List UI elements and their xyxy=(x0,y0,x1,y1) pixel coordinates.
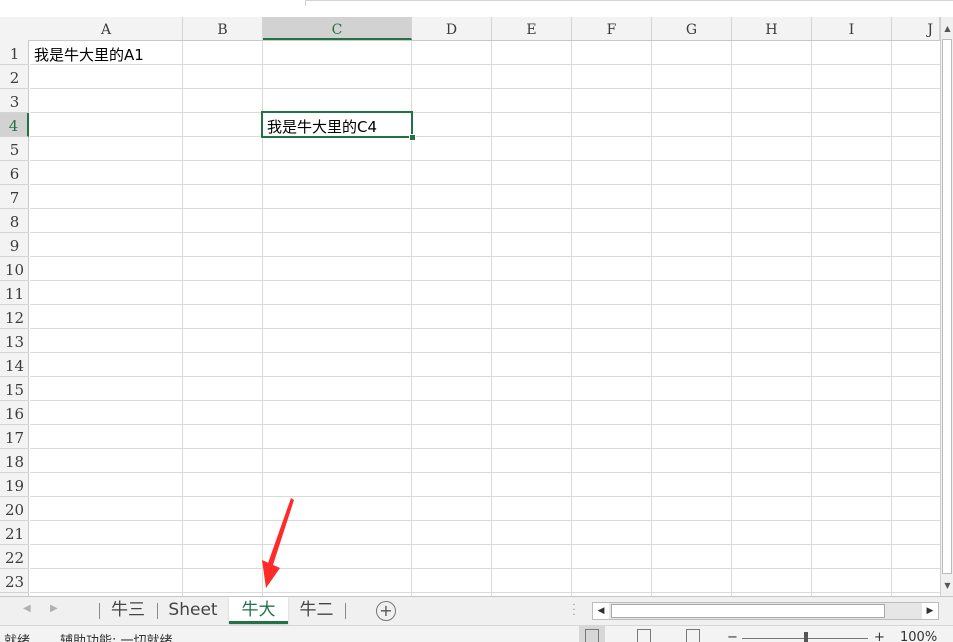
zoom-level[interactable]: 100% xyxy=(900,630,937,642)
ribbon-edge xyxy=(0,0,953,17)
horizontal-scrollbar[interactable]: ◀ ▶ xyxy=(592,602,939,620)
row-header-17[interactable]: 17 xyxy=(0,425,29,449)
column-header-f[interactable]: F xyxy=(572,17,652,40)
column-header-a[interactable]: A xyxy=(30,17,183,40)
row-header-21[interactable]: 21 xyxy=(0,521,29,545)
row-header-15[interactable]: 15 xyxy=(0,377,29,401)
fill-handle[interactable] xyxy=(409,134,416,141)
row-header-8[interactable]: 8 xyxy=(0,209,29,233)
column-header-h[interactable]: H xyxy=(732,17,812,40)
sheet-tab-sheet[interactable]: Sheet xyxy=(158,597,228,624)
scroll-down-icon[interactable]: ▼ xyxy=(942,579,953,593)
status-ready: 就绪 xyxy=(4,634,31,642)
sheet-tab-niu-san[interactable]: 牛三 xyxy=(100,597,156,624)
page-break-view-icon[interactable] xyxy=(686,629,700,642)
row-header-9[interactable]: 9 xyxy=(0,233,29,257)
cell-grid[interactable]: 我是牛大里的A1 我是牛大里的C4 xyxy=(30,41,940,596)
scroll-up-icon[interactable]: ▲ xyxy=(942,22,953,36)
row-header-19[interactable]: 19 xyxy=(0,473,29,497)
page-layout-view-icon[interactable] xyxy=(637,629,651,642)
row-header-5[interactable]: 5 xyxy=(0,137,29,161)
row-header-20[interactable]: 20 xyxy=(0,497,29,521)
row-header-6[interactable]: 6 xyxy=(0,161,29,185)
accessibility-status[interactable]: 辅助功能: 一切就绪 xyxy=(60,630,173,642)
zoom-in-button[interactable]: + xyxy=(874,630,885,642)
scroll-right-icon[interactable]: ▶ xyxy=(922,603,938,619)
column-header-b[interactable]: B xyxy=(183,17,263,40)
column-header-g[interactable]: G xyxy=(652,17,732,40)
vertical-scrollbar[interactable]: ▲ ▼ xyxy=(940,17,953,596)
sheet-tab-niu-da[interactable]: 牛大 xyxy=(229,597,288,624)
row-header-14[interactable]: 14 xyxy=(0,353,29,377)
column-header-i[interactable]: I xyxy=(812,17,892,40)
row-header-23[interactable]: 23 xyxy=(0,569,29,593)
horizontal-scroll-thumb[interactable] xyxy=(611,604,885,618)
row-header-7[interactable]: 7 xyxy=(0,185,29,209)
row-header-11[interactable]: 11 xyxy=(0,281,29,305)
normal-view-icon[interactable] xyxy=(579,626,605,642)
zoom-slider-knob[interactable] xyxy=(804,632,808,642)
sheet-tab-bar: ◀ ▶ 牛三 Sheet 牛大 牛二 + · · · ◀ ▶ xyxy=(0,596,953,625)
row-header-10[interactable]: 10 xyxy=(0,257,29,281)
plus-circle-icon[interactable]: + xyxy=(376,601,396,621)
column-header-j[interactable]: J xyxy=(892,17,940,40)
row-header-2[interactable]: 2 xyxy=(0,65,29,89)
zoom-out-button[interactable]: − xyxy=(727,630,738,642)
scroll-left-icon[interactable]: ◀ xyxy=(593,603,609,619)
tab-prev-icon[interactable]: ◀ xyxy=(23,603,31,614)
sheet-tab-niu-er[interactable]: 牛二 xyxy=(289,597,344,624)
row-header-column: 1 2 3 4 5 6 7 8 9 10 11 12 13 14 15 16 1… xyxy=(0,40,29,596)
row-header-12[interactable]: 12 xyxy=(0,305,29,329)
column-header-c[interactable]: C xyxy=(263,17,412,40)
row-header-18[interactable]: 18 xyxy=(0,449,29,473)
row-header-4[interactable]: 4 xyxy=(0,113,29,137)
status-bar: 就绪 辅助功能: 一切就绪 − + 100% xyxy=(0,625,953,642)
tab-split-handle[interactable]: · · · xyxy=(571,601,577,621)
column-header-e[interactable]: E xyxy=(492,17,572,40)
cell-a1[interactable]: 我是牛大里的A1 xyxy=(34,44,144,65)
active-cell-c4[interactable]: 我是牛大里的C4 xyxy=(261,111,413,138)
annotation-arrow-icon xyxy=(262,498,294,588)
row-header-16[interactable]: 16 xyxy=(0,401,29,425)
column-header-d[interactable]: D xyxy=(412,17,492,40)
row-header-3[interactable]: 3 xyxy=(0,89,29,113)
row-header-22[interactable]: 22 xyxy=(0,545,29,569)
row-header-1[interactable]: 1 xyxy=(0,41,29,65)
row-header-13[interactable]: 13 xyxy=(0,329,29,353)
tab-next-icon[interactable]: ▶ xyxy=(50,603,58,614)
vertical-scroll-thumb[interactable] xyxy=(942,39,952,574)
cell-c4[interactable]: 我是牛大里的C4 xyxy=(267,116,377,137)
